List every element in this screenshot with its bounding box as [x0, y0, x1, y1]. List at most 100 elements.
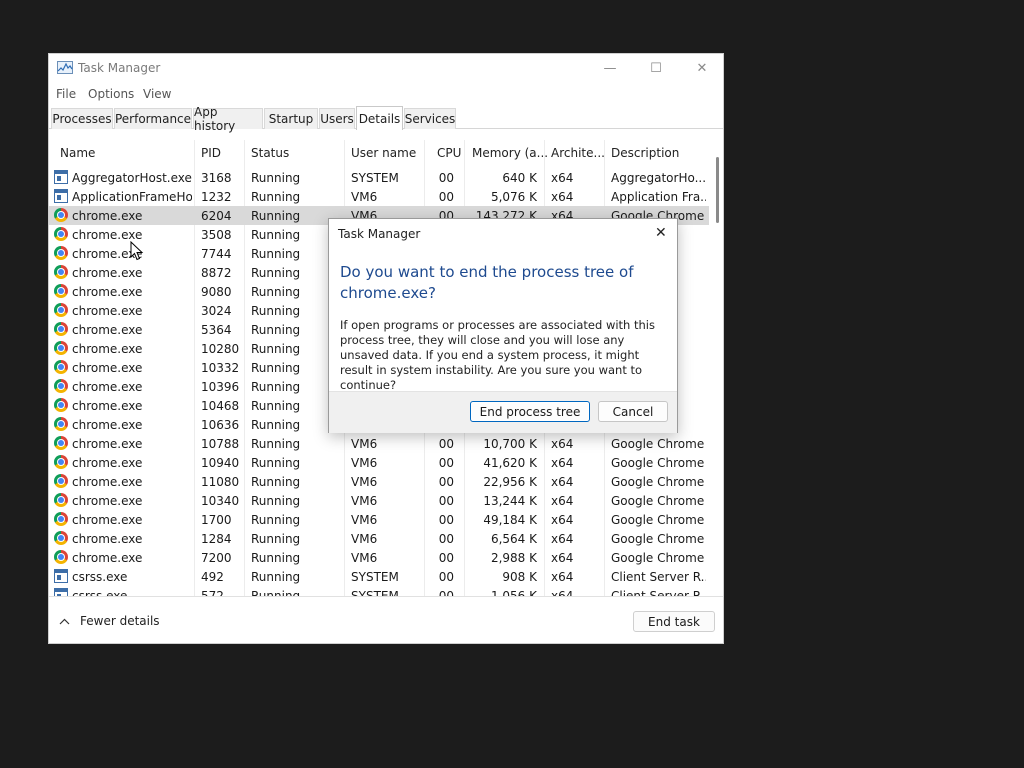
cell-name: csrss.exe — [72, 570, 128, 584]
tab-users[interactable]: Users — [319, 108, 355, 129]
cell-cpu: 00 — [438, 171, 454, 185]
table-row[interactable]: csrss.exe 492 Running SYSTEM 00 908 K x64 Clien… — [49, 567, 709, 586]
cell-name: chrome.exe — [72, 266, 143, 280]
cell-cpu: 00 — [438, 456, 454, 470]
cell-status: Running — [251, 475, 301, 489]
cell-architecture: x64 — [551, 513, 574, 527]
mouse-pointer-icon — [130, 241, 144, 261]
minimize-button[interactable]: — — [587, 54, 633, 82]
cell-description: AggregatorHo... — [611, 171, 706, 185]
cell-pid: 7200 — [201, 551, 232, 565]
cell-pid: 8872 — [201, 266, 232, 280]
cell-name: chrome.exe — [72, 209, 143, 223]
cell-pid: 9080 — [201, 285, 232, 299]
cell-status: Running — [251, 513, 301, 527]
column-header-name[interactable]: Name — [60, 146, 95, 160]
menu-bar: File Options View — [49, 85, 723, 105]
cell-memory: 10,700 K — [483, 437, 537, 451]
cell-architecture: x64 — [551, 171, 574, 185]
table-row[interactable]: chrome.exe 1700 Running VM6 00 49,184 K x64 Goo… — [49, 510, 709, 529]
cell-architecture: x64 — [551, 570, 574, 584]
chrome-icon — [54, 493, 68, 507]
cell-description: Client Server R... — [611, 589, 706, 596]
cell-cpu: 00 — [438, 532, 454, 546]
menu-view[interactable]: View — [143, 87, 171, 101]
column-header-cpu[interactable]: CPU — [437, 146, 461, 160]
table-row[interactable]: chrome.exe 7200 Running VM6 00 2,988 K x64 Goog… — [49, 548, 709, 567]
end-task-button[interactable]: End task — [633, 611, 715, 632]
chrome-icon — [54, 303, 68, 317]
dialog-heading: Do you want to end the process tree of c… — [340, 263, 634, 302]
chrome-icon — [54, 512, 68, 526]
scrollbar-thumb[interactable] — [716, 157, 719, 223]
cell-user-name: VM6 — [351, 532, 378, 546]
dialog-close-icon[interactable]: ✕ — [655, 225, 667, 241]
column-header-architecture[interactable]: Archite... — [551, 146, 605, 160]
cell-user-name: VM6 — [351, 190, 378, 204]
cell-name: chrome.exe — [72, 418, 143, 432]
menu-options[interactable]: Options — [88, 87, 134, 101]
menu-file[interactable]: File — [56, 87, 76, 101]
chrome-icon — [54, 474, 68, 488]
tab-performance[interactable]: Performance — [114, 108, 192, 129]
cell-pid: 10332 — [201, 361, 240, 375]
close-button[interactable]: ✕ — [679, 54, 725, 82]
cell-pid: 10340 — [201, 494, 240, 508]
cell-pid: 1232 — [201, 190, 232, 204]
cell-status: Running — [251, 589, 301, 596]
cell-description: Google Chrome — [611, 551, 705, 565]
cell-status: Running — [251, 532, 301, 546]
table-row[interactable]: ApplicationFrameHo... 1232 Running VM6 00 5,0… — [49, 187, 709, 206]
cell-name: chrome.exe — [72, 475, 143, 489]
table-row[interactable]: chrome.exe 10940 Running VM6 00 41,620 K x64 Go… — [49, 453, 709, 472]
cell-architecture: x64 — [551, 589, 574, 596]
tab-services[interactable]: Services — [404, 108, 456, 129]
cell-architecture: x64 — [551, 494, 574, 508]
end-process-tree-button[interactable]: End process tree — [470, 401, 590, 422]
chrome-icon — [54, 227, 68, 241]
tab-startup[interactable]: Startup — [264, 108, 318, 129]
exe-icon — [54, 189, 68, 203]
column-header-memory[interactable]: Memory (a... — [472, 146, 548, 160]
tab-details[interactable]: Details — [356, 106, 403, 130]
cell-pid: 492 — [201, 570, 224, 584]
column-header-pid[interactable]: PID — [201, 146, 221, 160]
cell-pid: 572 — [201, 589, 224, 596]
cell-memory: 2,988 K — [490, 551, 537, 565]
chrome-icon — [54, 284, 68, 298]
tab-app-history[interactable]: App history — [193, 105, 263, 133]
column-header-description[interactable]: Description — [611, 146, 679, 160]
cell-status: Running — [251, 494, 301, 508]
end-process-tree-dialog: Task Manager ✕ Do you want to end the pr… — [328, 218, 678, 433]
cell-memory: 22,956 K — [483, 475, 537, 489]
fewer-details-toggle[interactable]: Fewer details — [59, 614, 160, 628]
cell-name: chrome.exe — [72, 361, 143, 375]
table-row[interactable]: chrome.exe 1284 Running VM6 00 6,564 K x64 Goog… — [49, 529, 709, 548]
cell-name: chrome.exe — [72, 228, 143, 242]
table-row[interactable]: AggregatorHost.exe 3168 Running SYSTEM 00 640… — [49, 168, 709, 187]
column-header-user-name[interactable]: User name — [351, 146, 416, 160]
cell-architecture: x64 — [551, 551, 574, 565]
table-row[interactable]: chrome.exe 10788 Running VM6 00 10,700 K x64 Go… — [49, 434, 709, 453]
table-row[interactable]: chrome.exe 10340 Running VM6 00 13,244 K x64 Go… — [49, 491, 709, 510]
cell-name: chrome.exe — [72, 304, 143, 318]
cell-name: chrome.exe — [72, 399, 143, 413]
title-bar[interactable]: Task Manager — ☐ ✕ — [49, 54, 723, 84]
cell-pid: 10940 — [201, 456, 240, 470]
chrome-icon — [54, 455, 68, 469]
task-manager-icon — [57, 61, 73, 74]
column-header-status[interactable]: Status — [251, 146, 289, 160]
cancel-button[interactable]: Cancel — [598, 401, 668, 422]
cell-description: Google Chrome — [611, 494, 705, 508]
cell-description: Google Chrome — [611, 532, 705, 546]
tab-processes[interactable]: Processes — [51, 108, 113, 129]
cell-memory: 6,564 K — [490, 532, 537, 546]
table-row[interactable]: csrss.exe 572 Running SYSTEM 00 1,056 K x64 Cli… — [49, 586, 709, 596]
cell-name: ApplicationFrameHo... — [72, 190, 192, 204]
table-row[interactable]: chrome.exe 11080 Running VM6 00 22,956 K x64 Go… — [49, 472, 709, 491]
chrome-icon — [54, 398, 68, 412]
cell-pid: 1700 — [201, 513, 232, 527]
maximize-button[interactable]: ☐ — [633, 54, 679, 82]
cell-user-name: SYSTEM — [351, 589, 399, 596]
vertical-scrollbar[interactable] — [713, 157, 719, 597]
